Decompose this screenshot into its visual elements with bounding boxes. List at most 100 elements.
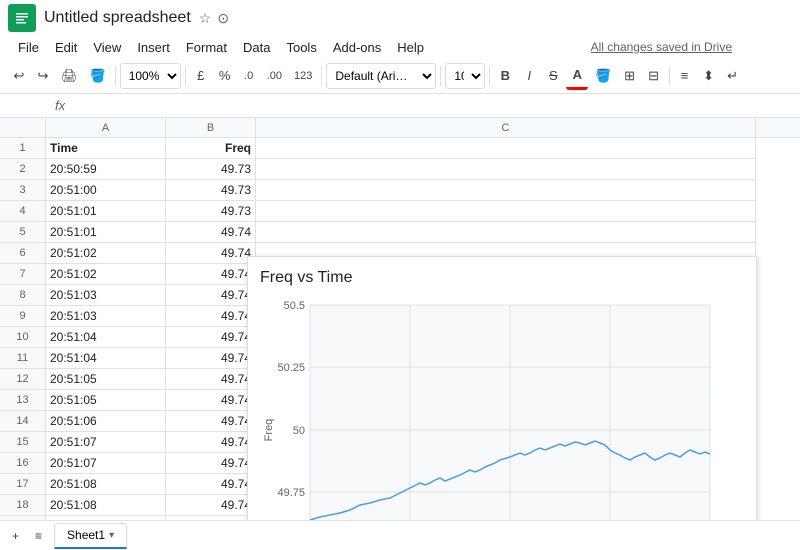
col-header-c[interactable]: C bbox=[256, 118, 756, 137]
table-row: 20:51:0149.74 bbox=[46, 222, 756, 243]
format123-button[interactable]: 123 bbox=[289, 62, 317, 90]
cell-b-11[interactable]: 49.74 bbox=[166, 348, 256, 369]
cell-a-9[interactable]: 20:51:03 bbox=[46, 306, 166, 327]
font-select[interactable]: Default (Ari… bbox=[326, 63, 436, 89]
row-num-12: 12 bbox=[0, 369, 45, 390]
cell-a-4[interactable]: 20:51:01 bbox=[46, 201, 166, 222]
cell-b-17[interactable]: 49.74 bbox=[166, 474, 256, 495]
sheet1-tab[interactable]: Sheet1 ▾ bbox=[54, 523, 127, 549]
wrap-button[interactable]: ↵ bbox=[722, 62, 744, 90]
cell-b-2[interactable]: 49.73 bbox=[166, 159, 256, 180]
row-num-1: 1 bbox=[0, 138, 45, 159]
decimal2-button[interactable]: .00 bbox=[262, 62, 287, 90]
menu-insert[interactable]: Insert bbox=[129, 38, 178, 57]
cell-a-12[interactable]: 20:51:05 bbox=[46, 369, 166, 390]
cell-a-8[interactable]: 20:51:03 bbox=[46, 285, 166, 306]
formula-input[interactable] bbox=[71, 99, 796, 113]
row-num-14: 14 bbox=[0, 411, 45, 432]
cell-b-14[interactable]: 49.74 bbox=[166, 411, 256, 432]
cell-b-12[interactable]: 49.74 bbox=[166, 369, 256, 390]
cell-c-3[interactable] bbox=[256, 180, 756, 201]
table-row: 20:51:0049.73 bbox=[46, 180, 756, 201]
menu-format[interactable]: Format bbox=[178, 38, 235, 57]
add-sheet-button[interactable]: + bbox=[4, 523, 27, 549]
cell-a-15[interactable]: 20:51:07 bbox=[46, 432, 166, 453]
font-color-button[interactable]: A bbox=[566, 62, 588, 90]
zoom-select[interactable]: 100% bbox=[120, 63, 181, 89]
col-header-a[interactable]: A bbox=[46, 118, 166, 137]
cell-b-15[interactable]: 49.74 bbox=[166, 432, 256, 453]
decimal1-button[interactable]: .0 bbox=[238, 62, 260, 90]
align-button[interactable]: ≡ bbox=[674, 62, 696, 90]
separator-5 bbox=[489, 66, 490, 86]
row-num-4: 4 bbox=[0, 201, 45, 222]
cell-a-3[interactable]: 20:51:00 bbox=[46, 180, 166, 201]
cell-b-10[interactable]: 49.74 bbox=[166, 327, 256, 348]
cell-a-7[interactable]: 20:51:02 bbox=[46, 264, 166, 285]
cell-a-6[interactable]: 20:51:02 bbox=[46, 243, 166, 264]
row-num-8: 8 bbox=[0, 285, 45, 306]
row-num-13: 13 bbox=[0, 390, 45, 411]
fontsize-select[interactable]: 10 bbox=[445, 63, 485, 89]
print-button[interactable]: 🖨 bbox=[56, 62, 83, 90]
cell-a-18[interactable]: 20:51:08 bbox=[46, 495, 166, 516]
title-icons: ☆ ⊙ bbox=[199, 10, 229, 27]
cell-b-3[interactable]: 49.73 bbox=[166, 180, 256, 201]
borders-button[interactable]: ⊞ bbox=[619, 62, 641, 90]
chart-container[interactable]: Freq vs Time .axis-label { font-size: 11… bbox=[247, 256, 757, 520]
cell-b-16[interactable]: 49.74 bbox=[166, 453, 256, 474]
formula-bar: fx bbox=[0, 94, 800, 118]
merge-button[interactable]: ⊟ bbox=[643, 62, 665, 90]
currency-button[interactable]: £ bbox=[190, 62, 212, 90]
cell-a-5[interactable]: 20:51:01 bbox=[46, 222, 166, 243]
italic-button[interactable]: I bbox=[518, 62, 540, 90]
cell-b-13[interactable]: 49.74 bbox=[166, 390, 256, 411]
cell-b-1[interactable]: Freq bbox=[166, 138, 256, 159]
menu-edit[interactable]: Edit bbox=[47, 38, 85, 57]
cell-b-9[interactable]: 49.74 bbox=[166, 306, 256, 327]
menu-file[interactable]: File bbox=[10, 38, 47, 57]
separator-6 bbox=[669, 66, 670, 86]
cell-b-8[interactable]: 49.74 bbox=[166, 285, 256, 306]
menu-data[interactable]: Data bbox=[235, 38, 278, 57]
cell-c-2[interactable] bbox=[256, 159, 756, 180]
cell-a-2[interactable]: 20:50:59 bbox=[46, 159, 166, 180]
cell-c-5[interactable] bbox=[256, 222, 756, 243]
bold-button[interactable]: B bbox=[494, 62, 516, 90]
cell-a-11[interactable]: 20:51:04 bbox=[46, 348, 166, 369]
document-title[interactable]: Untitled spreadsheet bbox=[44, 9, 191, 27]
menu-tools[interactable]: Tools bbox=[278, 38, 324, 57]
star-icon[interactable]: ☆ bbox=[199, 10, 212, 27]
cell-a-10[interactable]: 20:51:04 bbox=[46, 327, 166, 348]
cell-b-18[interactable]: 49.74 bbox=[166, 495, 256, 516]
cell-a-13[interactable]: 20:51:05 bbox=[46, 390, 166, 411]
col-header-b[interactable]: B bbox=[166, 118, 256, 137]
cell-b-4[interactable]: 49.73 bbox=[166, 201, 256, 222]
row-num-2: 2 bbox=[0, 159, 45, 180]
row-num-17: 17 bbox=[0, 474, 45, 495]
menu-help[interactable]: Help bbox=[389, 38, 432, 57]
fill-color-button[interactable]: 🪣 bbox=[590, 62, 616, 90]
strikethrough-button[interactable]: S bbox=[542, 62, 564, 90]
cell-a-14[interactable]: 20:51:06 bbox=[46, 411, 166, 432]
cell-c-4[interactable] bbox=[256, 201, 756, 222]
percent-button[interactable]: % bbox=[214, 62, 236, 90]
cell-b-6[interactable]: 49.74 bbox=[166, 243, 256, 264]
history-icon[interactable]: ⊙ bbox=[217, 10, 229, 27]
sheet-menu-button[interactable]: ≡ bbox=[27, 523, 50, 549]
menu-addons[interactable]: Add-ons bbox=[325, 38, 389, 57]
cell-a-17[interactable]: 20:51:08 bbox=[46, 474, 166, 495]
cell-c-1[interactable] bbox=[256, 138, 756, 159]
svg-text:50: 50 bbox=[293, 425, 305, 437]
app-icon bbox=[8, 4, 36, 32]
menu-view[interactable]: View bbox=[85, 38, 129, 57]
undo-button[interactable]: ↩ bbox=[8, 62, 30, 90]
paint-format-button[interactable]: 🪣 bbox=[85, 62, 111, 90]
cell-b-7[interactable]: 49.74 bbox=[166, 264, 256, 285]
cell-a-1[interactable]: Time bbox=[46, 138, 166, 159]
sheet-tab-arrow[interactable]: ▾ bbox=[109, 530, 114, 541]
valign-button[interactable]: ⬍ bbox=[698, 62, 720, 90]
cell-b-5[interactable]: 49.74 bbox=[166, 222, 256, 243]
redo-button[interactable]: ↪ bbox=[32, 62, 54, 90]
cell-a-16[interactable]: 20:51:07 bbox=[46, 453, 166, 474]
